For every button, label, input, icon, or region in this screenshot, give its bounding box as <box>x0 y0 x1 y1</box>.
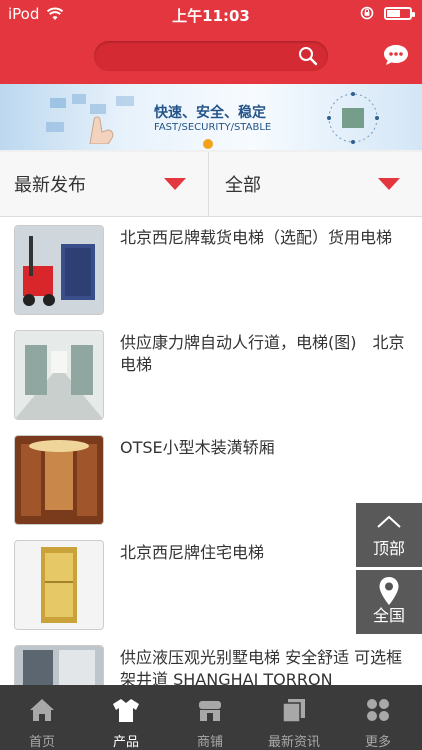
banner-subline: FAST/SECURITY/STABLE <box>154 122 272 133</box>
banner-headline: 快速、安全、稳定 <box>154 105 266 121</box>
app-header: iPod 上午11:03 <box>0 0 422 84</box>
product-thumbnail <box>14 540 104 630</box>
tab-stores[interactable]: 商铺 <box>168 685 252 750</box>
banner-page-indicator <box>203 139 213 149</box>
product-title: 北京西尼牌载货电梯（选配）货用电梯 <box>120 228 393 247</box>
product-title: 供应液压观光别墅电梯 安全舒适 可选框架井道 SHANGHAI TORRON <box>120 648 403 685</box>
message-icon[interactable] <box>382 43 410 67</box>
search-input[interactable] <box>106 45 290 69</box>
shirt-icon <box>113 699 139 722</box>
list-item[interactable]: 供应康力牌自动人行道，电梯(图) 北京电梯 <box>0 322 422 428</box>
tab-bar: 首页 产品 商铺 最新资讯 更多 <box>0 685 422 750</box>
tab-more[interactable]: 更多 <box>336 685 420 750</box>
tab-label: 更多 <box>364 735 391 750</box>
clock-illustration <box>327 92 379 144</box>
search-icon[interactable] <box>298 46 318 66</box>
dropdown-arrow-icon <box>378 178 400 190</box>
touch-hand-illustration <box>46 94 134 144</box>
tab-label: 首页 <box>28 735 55 750</box>
category-filter[interactable]: 全部 <box>209 152 422 216</box>
product-thumbnail <box>14 435 104 525</box>
product-title: 供应康力牌自动人行道，电梯(图) 北京电梯 <box>120 333 405 374</box>
filter-bar: 最新发布 全部 <box>0 152 422 217</box>
sort-filter-label: 最新发布 <box>14 175 86 196</box>
product-thumbnail <box>14 645 104 685</box>
tab-label: 产品 <box>112 735 139 750</box>
back-to-top-button[interactable]: 顶部 <box>356 503 422 567</box>
status-right <box>360 6 415 20</box>
list-item[interactable]: 北京西尼牌载货电梯（选配）货用电梯 <box>0 217 422 323</box>
battery-icon <box>384 6 415 20</box>
list-item[interactable]: 供应液压观光别墅电梯 安全舒适 可选框架井道 SHANGHAI TORRON <box>0 637 422 685</box>
sort-filter[interactable]: 最新发布 <box>0 152 209 216</box>
chevron-up-icon <box>377 515 401 528</box>
dropdown-arrow-icon <box>164 178 186 190</box>
tab-home[interactable]: 首页 <box>0 685 84 750</box>
product-thumbnail <box>14 330 104 420</box>
category-filter-label: 全部 <box>225 175 261 196</box>
location-label: 全国 <box>372 606 405 625</box>
product-title: OTSE小型木装潢轿厢 <box>120 438 275 457</box>
tab-label: 商铺 <box>196 735 223 750</box>
status-time: 上午11:03 <box>172 7 250 25</box>
search-bar[interactable] <box>94 41 328 71</box>
more-icon <box>367 699 389 721</box>
product-thumbnail <box>14 225 104 315</box>
rotation-lock-icon <box>360 6 374 20</box>
location-button[interactable]: 全国 <box>356 570 422 634</box>
tab-label: 最新资讯 <box>267 735 320 750</box>
back-to-top-label: 顶部 <box>372 539 405 558</box>
store-icon <box>199 701 221 721</box>
status-bar: iPod 上午11:03 <box>0 0 422 28</box>
home-icon <box>30 699 54 721</box>
news-icon <box>282 699 305 723</box>
tab-news[interactable]: 最新资讯 <box>252 685 336 750</box>
tab-products[interactable]: 产品 <box>84 685 168 750</box>
